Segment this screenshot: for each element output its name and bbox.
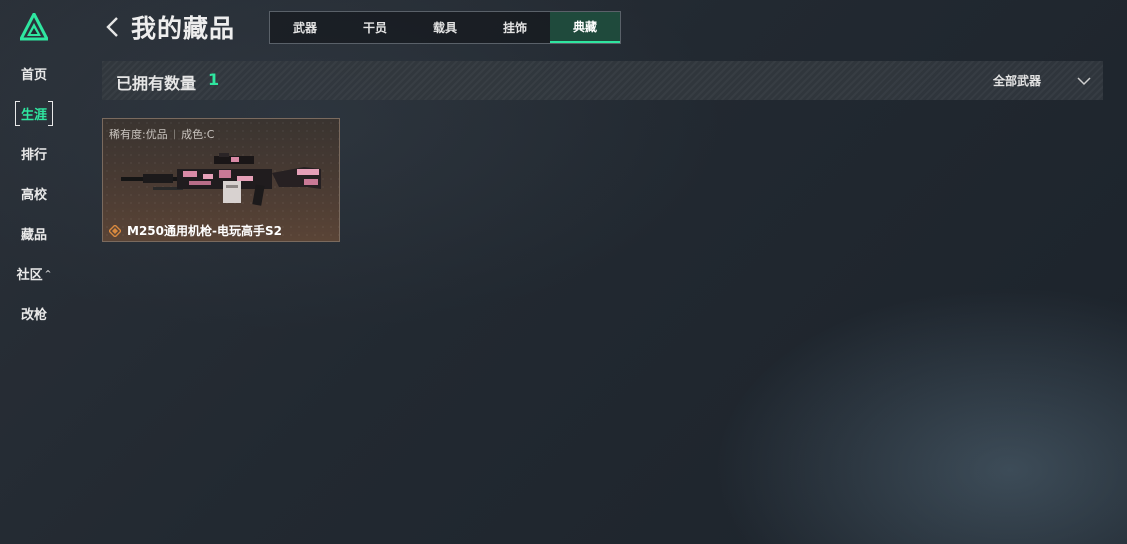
sidebar-item-career[interactable]: 生涯: [0, 93, 68, 133]
sidebar-item-home[interactable]: 首页: [0, 53, 68, 93]
category-tabs: 武器 干员 载具 挂饰 典藏: [269, 11, 621, 44]
chevron-up-icon: ^: [44, 268, 52, 278]
tab-operators[interactable]: 干员: [340, 12, 410, 43]
sidebar-item-label: 藏品: [20, 227, 47, 243]
meta-separator: |: [172, 128, 177, 140]
item-name: M250通用机枪-电玩高手S2: [127, 224, 282, 238]
filter-bar: 已拥有数量 1 全部武器: [102, 61, 1103, 100]
sidebar-nav: 首页 生涯 排行 高校 藏品 社区 ^ 改枪: [0, 53, 68, 333]
sidebar: 首页 生涯 排行 高校 藏品 社区 ^ 改枪: [0, 0, 68, 544]
sidebar-item-gunsmith[interactable]: 改枪: [0, 293, 68, 333]
item-condition: 成色:C: [181, 128, 215, 141]
sidebar-item-label: 生涯: [14, 100, 54, 126]
tab-charms[interactable]: 挂饰: [480, 12, 550, 43]
item-name-row: M250通用机枪-电玩高手S2: [109, 222, 282, 239]
sidebar-item-label: 排行: [20, 147, 47, 163]
weapon-filter-value: 全部武器: [992, 74, 1041, 88]
owned-count-label: 已拥有数量: [116, 74, 197, 93]
page-title: 我的藏品: [131, 14, 236, 43]
tab-vehicles[interactable]: 载具: [410, 12, 480, 43]
tab-collectibles[interactable]: 典藏: [550, 12, 620, 43]
item-meta: 稀有度:优品 | 成色:C: [109, 126, 214, 142]
sidebar-item-university[interactable]: 高校: [0, 173, 68, 213]
sidebar-item-collection[interactable]: 藏品: [0, 213, 68, 253]
item-rarity: 稀有度:优品: [109, 128, 168, 141]
sidebar-item-ranking[interactable]: 排行: [0, 133, 68, 173]
sidebar-item-label: 高校: [20, 187, 47, 203]
collection-item-card[interactable]: 稀有度:优品 | 成色:C M250通用机枪-电玩高手S2: [102, 118, 340, 242]
weapon-filter-dropdown[interactable]: 全部武器: [993, 61, 1091, 100]
machine-gun-image: [121, 153, 321, 206]
sidebar-item-community[interactable]: 社区 ^: [0, 253, 68, 293]
sidebar-item-label: 社区: [16, 267, 43, 283]
sidebar-item-label: 改枪: [20, 307, 47, 323]
sidebar-item-label: 首页: [20, 67, 47, 83]
owned-count-value: 1: [208, 70, 220, 89]
tab-weapons[interactable]: 武器: [270, 12, 340, 43]
back-arrow-icon[interactable]: [103, 15, 123, 39]
chevron-down-icon: [1077, 76, 1091, 85]
triangle-logo-icon[interactable]: [20, 13, 48, 41]
diamond-icon: [109, 224, 121, 237]
